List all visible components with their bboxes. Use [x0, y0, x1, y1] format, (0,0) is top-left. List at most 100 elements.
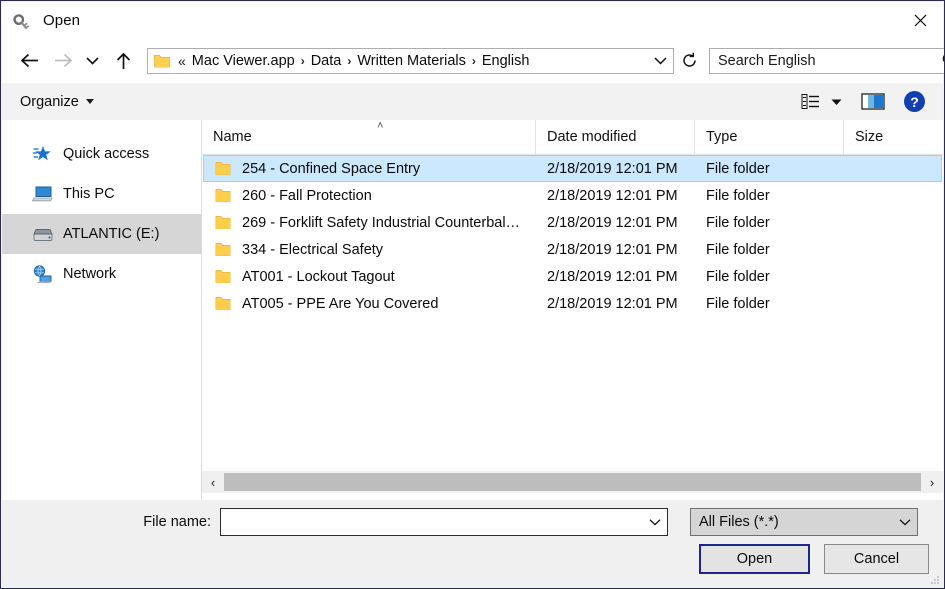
file-name-cell: AT001 - Lockout Tagout: [204, 269, 536, 285]
file-list-pane: Name ˄ Date modified Type Size 254 - Con…: [202, 120, 943, 503]
file-date-cell: 2/18/2019 12:01 PM: [547, 295, 678, 312]
sort-ascending-icon: ˄: [377, 120, 384, 132]
file-name-text: AT001 - Lockout Tagout: [242, 268, 395, 285]
folder-icon: [153, 53, 171, 69]
filename-row: File name: All Files (*.*): [2, 508, 943, 536]
this-pc-icon: [32, 184, 54, 204]
close-button[interactable]: [897, 3, 943, 37]
dialog-buttons: Open Cancel: [699, 544, 929, 574]
search-input[interactable]: Search English: [709, 47, 944, 74]
file-name-cell: 334 - Electrical Safety: [204, 242, 536, 258]
file-type-cell: File folder: [706, 295, 770, 312]
column-header-name[interactable]: Name ˄: [202, 120, 535, 154]
file-name-text: 269 - Forklift Safety Industrial Counter…: [242, 214, 521, 231]
cancel-button[interactable]: Cancel: [824, 544, 929, 574]
table-row[interactable]: AT001 - Lockout Tagout 2/18/2019 12:01 P…: [203, 263, 942, 290]
column-header-type[interactable]: Type: [694, 120, 843, 154]
chevron-down-icon[interactable]: [643, 518, 667, 526]
file-name-cell: AT005 - PPE Are You Covered: [204, 296, 536, 312]
search-icon: [935, 52, 944, 69]
file-name-cell: 260 - Fall Protection: [204, 188, 536, 204]
chevron-down-icon[interactable]: [893, 518, 917, 526]
svg-text:?: ?: [910, 94, 919, 110]
dialog-footer: File name: All Files (*.*) Open Cancel: [2, 500, 943, 587]
file-name-text: 260 - Fall Protection: [242, 187, 372, 204]
address-bar[interactable]: « Mac Viewer.app › Data › Written Materi…: [147, 47, 674, 74]
table-row[interactable]: 260 - Fall Protection 2/18/2019 12:01 PM…: [203, 182, 942, 209]
sidebar-item-atlantic-e[interactable]: ATLANTIC (E:): [2, 214, 201, 254]
column-header-label: Name: [213, 129, 252, 145]
file-date-cell: 2/18/2019 12:01 PM: [547, 187, 678, 204]
breadcrumb-separator-0: ›: [300, 53, 305, 68]
scroll-left-icon[interactable]: ‹: [202, 471, 224, 493]
file-type-filter-dropdown[interactable]: All Files (*.*): [690, 508, 918, 536]
column-header-date-modified[interactable]: Date modified: [535, 120, 694, 154]
scrollbar-thumb[interactable]: [224, 473, 921, 491]
file-name-text: 334 - Electrical Safety: [242, 241, 384, 258]
sidebar-item-quick-access[interactable]: Quick access: [2, 134, 201, 174]
table-row[interactable]: 269 - Forklift Safety Industrial Counter…: [203, 209, 942, 236]
sidebar-item-label: This PC: [63, 186, 115, 202]
file-rows: 254 - Confined Space Entry 2/18/2019 12:…: [202, 155, 943, 317]
preview-pane-icon[interactable]: [853, 87, 893, 117]
table-row[interactable]: 334 - Electrical Safety 2/18/2019 12:01 …: [203, 236, 942, 263]
breadcrumb-item-0[interactable]: Mac Viewer.app: [192, 53, 295, 69]
folder-icon: [215, 296, 231, 311]
file-date-cell: 2/18/2019 12:01 PM: [547, 268, 678, 285]
navigation-bar: « Mac Viewer.app › Data › Written Materi…: [2, 38, 944, 83]
sidebar-item-this-pc[interactable]: This PC: [2, 174, 201, 214]
breadcrumb-overflow[interactable]: «: [178, 53, 186, 69]
scrollbar-track[interactable]: [224, 471, 921, 493]
horizontal-scrollbar[interactable]: ‹ ›: [202, 471, 943, 493]
sidebar-item-label: ATLANTIC (E:): [63, 226, 160, 242]
arrow-right-icon: [48, 46, 78, 76]
folder-icon: [215, 188, 231, 203]
open-button[interactable]: Open: [699, 544, 810, 574]
folder-icon: [215, 215, 231, 230]
network-icon: [32, 264, 54, 284]
column-header-label: Size: [855, 129, 884, 145]
column-headers: Name ˄ Date modified Type Size: [202, 120, 943, 155]
help-icon[interactable]: ?: [893, 87, 935, 117]
sidebar-item-label: Quick access: [63, 146, 150, 162]
file-type-cell: File folder: [706, 187, 770, 204]
file-type-filter-value: All Files (*.*): [699, 514, 779, 530]
breadcrumb-item-2[interactable]: Written Materials: [357, 53, 466, 69]
file-type-cell: File folder: [706, 241, 770, 258]
column-header-label: Date modified: [547, 129, 637, 145]
file-name-cell: 254 - Confined Space Entry: [204, 161, 536, 177]
breadcrumb-item-3[interactable]: English: [482, 53, 530, 69]
scroll-right-icon[interactable]: ›: [921, 471, 943, 493]
filename-label: File name:: [143, 514, 211, 530]
table-row[interactable]: AT005 - PPE Are You Covered 2/18/2019 12…: [203, 290, 942, 317]
breadcrumb-separator-2: ›: [471, 53, 476, 68]
chevron-down-icon[interactable]: [80, 46, 104, 76]
file-name-cell: 269 - Forklift Safety Industrial Counter…: [204, 215, 536, 231]
file-name-text: 254 - Confined Space Entry: [242, 160, 421, 177]
view-details-icon[interactable]: [795, 87, 825, 117]
breadcrumb: « Mac Viewer.app › Data › Written Materi…: [178, 53, 647, 69]
file-type-cell: File folder: [706, 214, 770, 231]
arrow-left-icon[interactable]: [14, 46, 44, 76]
file-date-cell: 2/18/2019 12:01 PM: [547, 241, 678, 258]
quick-access-star-icon: [32, 144, 54, 164]
key-icon: [12, 9, 34, 31]
organize-button[interactable]: Organize: [20, 94, 94, 110]
file-name-text: AT005 - PPE Are You Covered: [242, 295, 439, 312]
filename-input[interactable]: [220, 508, 668, 536]
table-row[interactable]: 254 - Confined Space Entry 2/18/2019 12:…: [203, 155, 942, 182]
open-file-dialog: Open « Mac Viewer.app › Data › Written M…: [0, 0, 945, 589]
resize-grip[interactable]: [928, 572, 940, 584]
refresh-icon[interactable]: [676, 48, 702, 74]
chevron-down-icon[interactable]: [647, 56, 673, 65]
chevron-down-icon: [85, 99, 94, 104]
search-input-value: Search English: [718, 52, 816, 69]
arrow-up-icon[interactable]: [108, 46, 138, 76]
column-header-size[interactable]: Size: [843, 120, 943, 154]
chevron-down-icon[interactable]: [825, 87, 847, 117]
breadcrumb-item-1[interactable]: Data: [311, 53, 342, 69]
title-bar: Open: [2, 2, 943, 38]
toolbar: Organize ?: [2, 83, 943, 121]
sidebar-item-network[interactable]: Network: [2, 254, 201, 294]
window-title: Open: [43, 11, 81, 29]
